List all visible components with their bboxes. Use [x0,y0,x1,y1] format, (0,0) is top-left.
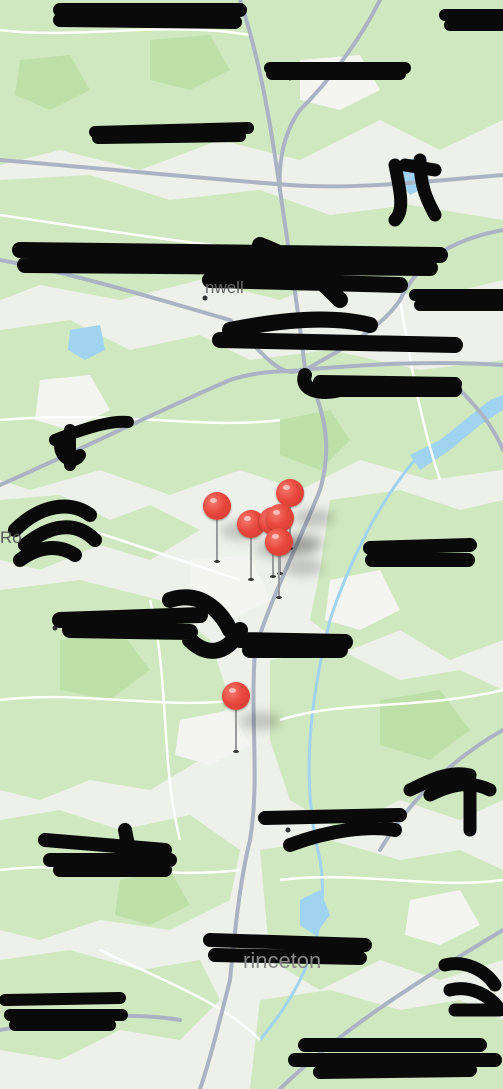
place-label-rocky-hill: Ro [0,528,22,547]
map-pin-icon[interactable] [265,528,323,600]
place-label-princeton: rinceton [243,948,322,973]
map-pin-icon[interactable] [222,682,280,754]
map-pin-icon[interactable] [203,492,261,564]
place-label-hopewell: nwell [205,278,244,297]
map-view[interactable]: Ro rinceton nwell [0,0,503,1089]
